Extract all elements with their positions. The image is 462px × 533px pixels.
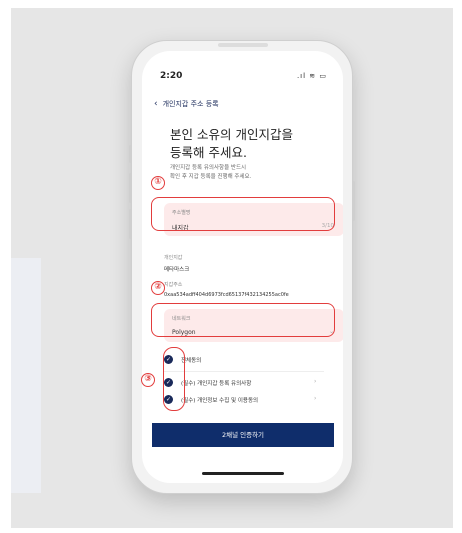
marker-3: ③ [141, 373, 155, 387]
highlight-box-alias [151, 197, 335, 231]
background-panel [11, 258, 41, 493]
phone-side-button [129, 145, 132, 163]
phone-frame: 2:20 .ıl ≋ ▭ ‹ 개인지갑 주소 등록 본인 소유의 개인지갑을 등… [129, 40, 355, 494]
chevron-right-icon[interactable]: › [314, 395, 316, 402]
channel-auth-button[interactable]: 2채널 인증하기 [152, 423, 334, 447]
status-icons: .ıl ≋ ▭ [296, 72, 327, 80]
subtext-line: 확인 후 지갑 등록을 진행해 주세요. [170, 174, 252, 180]
wallet-value: 메타마스크 [164, 267, 190, 273]
highlight-box-network [151, 303, 335, 337]
chevron-right-icon[interactable]: › [314, 378, 316, 385]
phone-screen: 2:20 .ıl ≋ ▭ ‹ 개인지갑 주소 등록 본인 소유의 개인지갑을 등… [142, 51, 343, 483]
headline-line: 등록해 주세요. [170, 145, 247, 160]
nav-title: 개인지갑 주소 등록 [162, 100, 219, 108]
status-time: 2:20 [160, 71, 183, 81]
phone-side-button [352, 181, 355, 221]
page-subtext: 개인지갑 등록 유의사항을 반드시 확인 후 지갑 등록을 진행해 주세요. [170, 164, 251, 182]
phone-side-button [129, 173, 132, 203]
divider [164, 371, 324, 372]
marker-2: ② [151, 281, 165, 295]
marker-1: ① [151, 176, 165, 190]
phone-side-button [129, 209, 132, 239]
agreement-item[interactable]: ✓ (필수) 개인지갑 등록 유의사항 [164, 378, 314, 387]
address-label: 지갑주소 [164, 282, 183, 288]
wallet-label: 개인지갑 [164, 255, 183, 261]
agreement-item[interactable]: ✓ (필수) 개인정보 수집 및 이용동의 [164, 395, 314, 404]
agree-all-checkbox[interactable]: ✓ 전체동의 [164, 355, 314, 364]
agreement-label: (필수) 개인지갑 등록 유의사항 [181, 380, 252, 387]
back-chevron-icon[interactable]: ‹ [154, 99, 158, 109]
page-headline: 본인 소유의 개인지갑을 등록해 주세요. [170, 126, 293, 162]
phone-speaker [218, 43, 268, 47]
subtext-line: 개인지갑 등록 유의사항을 반드시 [170, 165, 247, 171]
headline-line: 본인 소유의 개인지갑을 [170, 127, 293, 142]
address-value: 0xaa534adff404d6973fcd65137f432134255ac0… [164, 292, 289, 298]
nav-header: ‹ 개인지갑 주소 등록 [154, 99, 219, 109]
highlight-box-agreements [163, 347, 185, 411]
agreement-label: (필수) 개인정보 수집 및 이용동의 [181, 397, 259, 404]
home-indicator [202, 472, 284, 475]
